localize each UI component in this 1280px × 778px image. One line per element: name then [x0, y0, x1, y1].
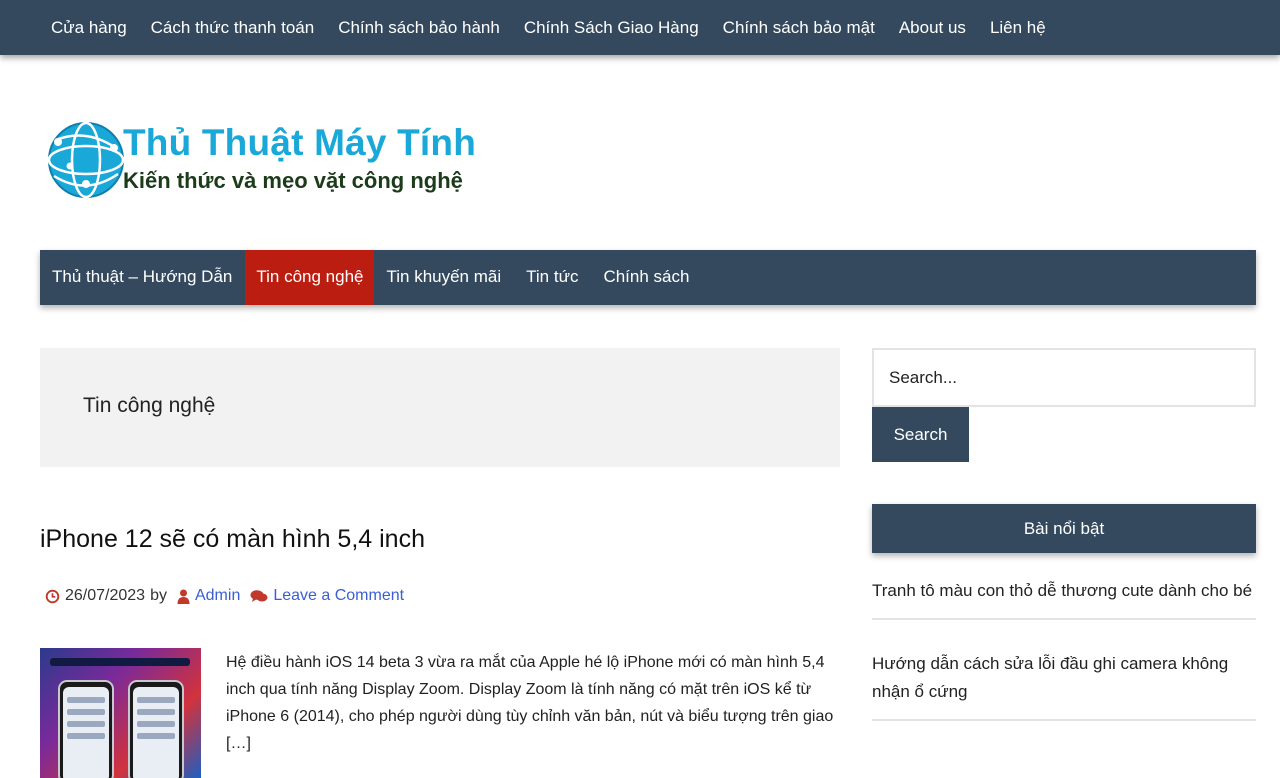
site-tagline: Kiến thức và mẹo vặt công nghệ — [123, 168, 463, 193]
featured-widget-title: Bài nổi bật — [872, 504, 1256, 553]
phone-left-icon — [58, 680, 114, 778]
featured-list: Tranh tô màu con thỏ dễ thương cute dành… — [872, 570, 1256, 721]
main-navigation: Thủ thuật – Hướng Dẫn Tin công nghệ Tin … — [40, 250, 1256, 305]
nav-item-guides[interactable]: Thủ thuật – Hướng Dẫn — [40, 250, 245, 305]
post-by: by — [150, 587, 167, 604]
post-meta: 26/07/2023 by Admin Leave a Comment — [45, 587, 404, 605]
thumbnail-banner — [50, 658, 190, 666]
search-input[interactable] — [872, 348, 1256, 407]
post-title[interactable]: iPhone 12 sẽ có màn hình 5,4 inch — [40, 525, 425, 554]
top-menu-item-contact[interactable]: Liên hệ — [979, 18, 1059, 38]
nav-item-policy[interactable]: Chính sách — [591, 250, 702, 305]
featured-item[interactable]: Tranh tô màu con thỏ dễ thương cute dành… — [872, 570, 1256, 620]
post-author-link[interactable]: Admin — [195, 587, 240, 605]
nav-item-promotions[interactable]: Tin khuyến mãi — [374, 250, 514, 305]
top-menu-item-shipping[interactable]: Chính Sách Giao Hàng — [513, 18, 712, 38]
top-menu-item-about[interactable]: About us — [888, 18, 979, 38]
main-nav-list: Thủ thuật – Hướng Dẫn Tin công nghệ Tin … — [40, 250, 1256, 305]
clock-icon — [45, 589, 60, 603]
featured-item[interactable]: Hướng dẫn cách sửa lỗi đầu ghi camera kh… — [872, 620, 1256, 721]
top-menu-item-warranty[interactable]: Chính sách bảo hành — [327, 18, 513, 38]
archive-header: Tin công nghệ — [40, 348, 840, 467]
post-excerpt: Hệ điều hành iOS 14 beta 3 vừa ra mắt củ… — [226, 654, 834, 752]
nav-item-tech-news[interactable]: Tin công nghệ — [245, 250, 375, 305]
top-menu: Cửa hàng Cách thức thanh toán Chính sách… — [0, 0, 1280, 55]
nav-item-news[interactable]: Tin tức — [514, 250, 591, 305]
post-thumbnail[interactable] — [40, 648, 201, 778]
top-menu-item-shop[interactable]: Cửa hàng — [40, 18, 140, 38]
top-menu-item-payment[interactable]: Cách thức thanh toán — [140, 18, 328, 38]
post-date: 26/07/2023 — [65, 587, 146, 604]
leave-comment-link[interactable]: Leave a Comment — [273, 587, 404, 605]
archive-title: Tin công nghệ — [83, 394, 216, 417]
top-menu-item-privacy[interactable]: Chính sách bảo mật — [712, 18, 888, 38]
site-logo[interactable]: Thủ Thuật Máy Tính Kiến thức và mẹo vặt … — [46, 118, 496, 202]
comments-icon — [250, 589, 268, 602]
user-icon — [177, 589, 190, 604]
search-button[interactable]: Search — [872, 407, 969, 462]
globe-icon — [47, 121, 125, 199]
top-menu-bar: Cửa hàng Cách thức thanh toán Chính sách… — [0, 0, 1280, 55]
site-title: Thủ Thuật Máy Tính — [123, 122, 477, 163]
phone-right-icon — [128, 680, 184, 778]
